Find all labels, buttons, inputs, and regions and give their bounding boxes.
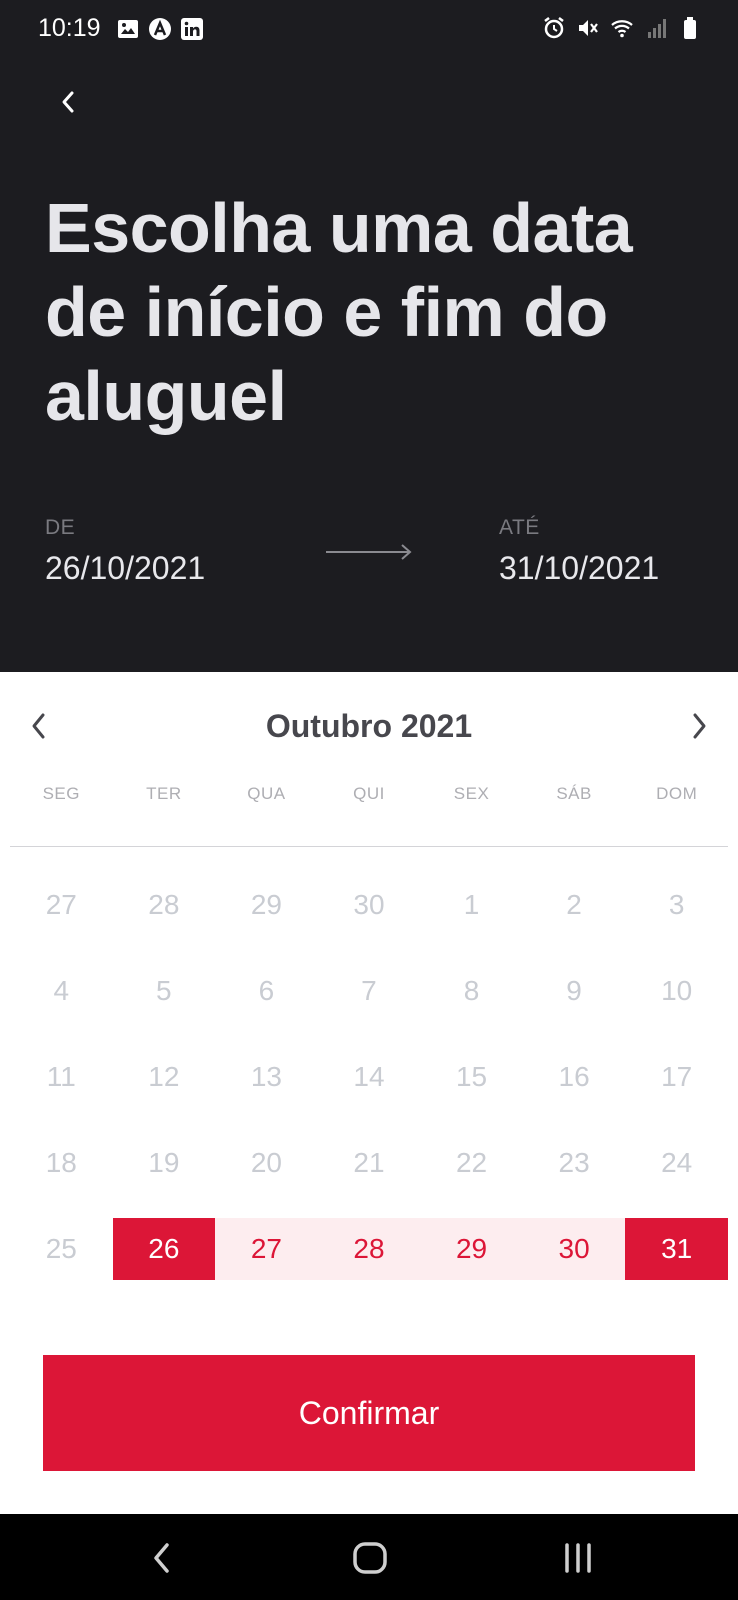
to-date: 31/10/2021 (499, 550, 660, 586)
from-date: 26/10/2021 (45, 550, 206, 586)
status-time: 10:19 (38, 14, 101, 42)
day-cell[interactable]: 24 (625, 1132, 728, 1194)
day-cell-in-range[interactable]: 27 (215, 1218, 318, 1280)
day-cell[interactable]: 23 (523, 1132, 626, 1194)
weekday-label: QUI (353, 784, 385, 803)
battery-icon (684, 17, 696, 39)
day-cell-in-range[interactable]: 29 (420, 1218, 523, 1280)
day-cell[interactable]: 21 (318, 1132, 421, 1194)
day-cell[interactable]: 14 (318, 1046, 421, 1108)
nav-recents-button[interactable] (558, 1538, 598, 1578)
alarm-icon (544, 17, 564, 39)
signal-icon (648, 19, 666, 38)
status-bar: 10:19 (0, 0, 738, 58)
nav-home-button[interactable] (350, 1538, 390, 1578)
to-label: ATÉ (499, 516, 540, 539)
day-cell[interactable]: 3 (625, 874, 728, 936)
day-cell[interactable]: 4 (10, 960, 113, 1022)
chevron-right-icon (693, 713, 706, 739)
weekday-label: SEX (453, 784, 490, 803)
chevron-left-icon (62, 91, 74, 113)
day-cell[interactable]: 28 (113, 874, 216, 936)
day-cell[interactable]: 18 (10, 1132, 113, 1194)
week-row: 11 12 13 14 15 16 17 (10, 1034, 728, 1120)
weekday-label: QUA (247, 784, 286, 803)
weekday-header: SEG TER QUA QUI SEX SÁB DOM (10, 784, 728, 804)
day-cell[interactable]: 25 (10, 1218, 113, 1280)
next-month-button[interactable] (684, 706, 714, 746)
image-icon (118, 20, 138, 38)
week-row: 25 26 27 28 29 30 31 (10, 1206, 728, 1292)
weekday-label: TER (146, 784, 182, 803)
confirm-button[interactable]: Confirmar (43, 1355, 695, 1471)
a-icon (149, 18, 171, 40)
day-cell[interactable]: 6 (215, 960, 318, 1022)
day-cell[interactable]: 15 (420, 1046, 523, 1108)
day-cell[interactable]: 10 (625, 960, 728, 1022)
weekday-label: DOM (656, 784, 698, 803)
nav-recents-icon (565, 1543, 591, 1573)
week-row: 27 28 29 30 1 2 3 (10, 862, 728, 948)
day-cell[interactable]: 8 (420, 960, 523, 1022)
nav-home-icon (353, 1542, 387, 1574)
arrow-right-icon (326, 544, 412, 560)
day-cell[interactable]: 1 (420, 874, 523, 936)
back-button[interactable] (48, 82, 88, 122)
wifi-icon (611, 20, 633, 38)
day-cell[interactable]: 5 (113, 960, 216, 1022)
days-grid: 27 28 29 30 1 2 3 4 5 6 7 8 9 10 11 12 1… (10, 862, 728, 1292)
day-cell[interactable]: 19 (113, 1132, 216, 1194)
day-cell-range-end[interactable]: 31 (625, 1218, 728, 1280)
day-cell[interactable]: 30 (318, 874, 421, 936)
day-cell[interactable]: 13 (215, 1046, 318, 1108)
day-cell[interactable]: 16 (523, 1046, 626, 1108)
day-cell[interactable]: 22 (420, 1132, 523, 1194)
system-nav-bar (0, 1514, 738, 1600)
weekday-label: SÁB (556, 784, 592, 803)
week-row: 4 5 6 7 8 9 10 (10, 948, 728, 1034)
day-cell[interactable]: 27 (10, 874, 113, 936)
weekday-label: SEG (42, 784, 80, 803)
linkedin-icon (181, 18, 203, 40)
nav-back-icon (154, 1543, 169, 1573)
day-cell[interactable]: 7 (318, 960, 421, 1022)
day-cell[interactable]: 29 (215, 874, 318, 936)
day-cell-range-start[interactable]: 26 (112, 1218, 216, 1280)
month-title: Outubro 2021 (265, 708, 473, 744)
week-row: 18 19 20 21 22 23 24 (10, 1120, 728, 1206)
header: 10:19 Escolha uma data de início e fim d… (0, 0, 738, 672)
day-cell[interactable]: 17 (625, 1046, 728, 1108)
day-cell-in-range[interactable]: 30 (522, 1218, 626, 1280)
mute-icon (579, 20, 598, 36)
day-cell[interactable]: 12 (113, 1046, 216, 1108)
day-cell[interactable]: 2 (523, 874, 626, 936)
from-label: DE (45, 516, 76, 539)
day-cell[interactable]: 11 (10, 1046, 113, 1108)
divider (10, 846, 728, 847)
nav-back-button[interactable] (142, 1538, 182, 1578)
day-cell[interactable]: 20 (215, 1132, 318, 1194)
day-cell-in-range[interactable]: 28 (317, 1218, 421, 1280)
day-cell[interactable]: 9 (523, 960, 626, 1022)
page-title: Escolha uma data de início e fim do alug… (45, 189, 633, 435)
